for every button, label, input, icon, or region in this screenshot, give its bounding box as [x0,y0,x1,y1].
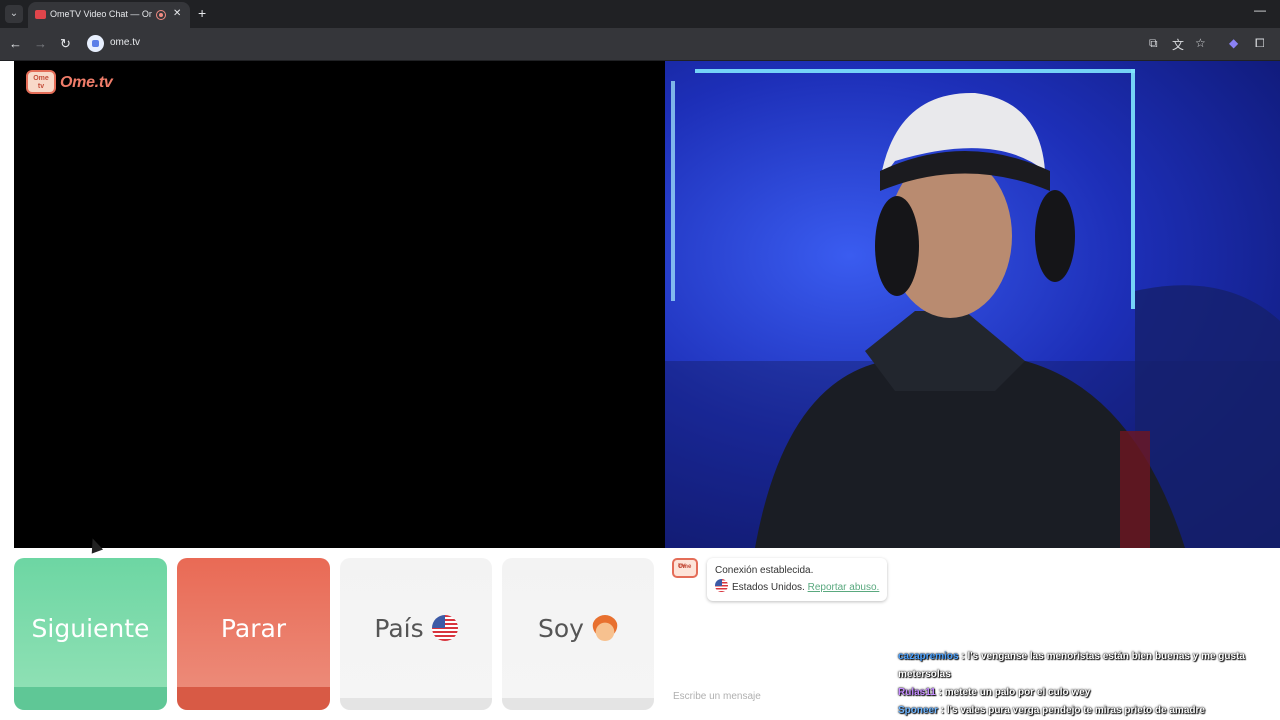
system-message: Conexión establecida. Estados Unidos. Re… [707,558,888,601]
back-arrow-icon[interactable]: ← [9,36,22,51]
self-camera-video [665,61,1280,548]
recording-icon [156,10,166,20]
tv-logo-icon: Ome tv [26,70,56,94]
overlay-chat-line: Rulas11 : metete un palo por el culo wey [898,684,1268,702]
ometv-chat-logo-icon: Ome TV [672,558,698,578]
tab-search-dropdown-icon[interactable]: ⌄ [5,5,23,23]
youtube-favicon-icon [35,10,46,19]
overlay-chat-user: Sponeer [898,705,939,716]
gender-button-label: Soy [538,614,584,643]
extensions-puzzle-icon[interactable]: ⧠ [1255,36,1265,51]
install-app-icon[interactable]: ⧉ [1149,36,1158,51]
stranger-video: Ome tv Ome.tv [14,61,665,548]
forward-arrow-icon[interactable]: → [34,36,47,51]
stop-button-label: Parar [220,614,287,643]
message-input[interactable]: Escribe un mensaje [673,691,761,702]
report-abuse-link[interactable]: Reportar abuso. [808,582,880,593]
overlay-chat-line: Sponeer : l's vales pura verga pendejo t… [898,702,1268,720]
next-button-label: Siguiente [31,614,150,643]
overlay-chat-line: cazapremios : l's venganse las menorista… [898,648,1268,684]
chat-logo-badge-bottom: TV [678,564,686,570]
site-info-icon[interactable] [87,35,104,52]
close-tab-icon[interactable]: ✕ [173,8,181,19]
overlay-chat-user: Rulas11 [898,687,936,698]
gender-select-button[interactable]: Soy [502,558,654,710]
browser-toolbar: ← → ↻ ome.tv ⧉ 文 ☆ ◆ ⧠ [0,28,1280,61]
country-button-content: País [340,614,492,644]
reload-icon[interactable]: ↻ [60,36,71,52]
tab-title: OmeTV Video Chat — Ome [50,9,152,19]
translate-icon[interactable]: 文 [1172,36,1184,53]
overlay-chat-text: : l's vales pura verga pendejo te miras … [940,705,1205,716]
new-tab-icon[interactable]: + [198,5,206,21]
stream-overlay-chat: cazapremios : l's venganse las menorista… [898,648,1268,720]
overlay-chat-text: : metete un palo por el culo wey [938,687,1091,698]
logo-text: Ome.tv [60,74,113,91]
extension-icon[interactable]: ◆ [1229,36,1238,50]
country-select-button[interactable]: País [340,558,492,710]
logo-badge-top: Ome [33,75,49,82]
ometv-logo: Ome tv Ome.tv [26,68,126,96]
browser-tab-bar: ⌄ OmeTV Video Chat — Ome ✕ + — [0,0,1280,28]
next-button[interactable]: Siguiente [14,558,167,710]
us-flag-icon [431,615,458,641]
gender-button-content: Soy [502,614,654,644]
address-bar[interactable]: ome.tv [110,37,140,48]
minimize-window-icon[interactable]: — [1254,3,1266,17]
country-line: Estados Unidos. Reportar abuso. [715,579,879,596]
stop-button[interactable]: Parar [177,558,330,710]
bookmark-star-icon[interactable]: ☆ [1195,36,1206,50]
streamer-camera-scene [665,69,1280,548]
country-name: Estados Unidos. [732,582,805,593]
connection-status: Conexión establecida. [715,565,814,576]
us-flag-icon [715,579,728,592]
overlay-chat-user: cazapremios [898,651,959,662]
logo-badge-bottom: tv [37,83,45,90]
browser-tab-active[interactable]: OmeTV Video Chat — Ome ✕ [28,2,190,28]
country-button-label: País [374,614,424,643]
boy-avatar-icon [591,615,618,641]
ometv-page: Ome tv Ome.tv Siguiente Parar País Soy O… [0,61,1280,720]
